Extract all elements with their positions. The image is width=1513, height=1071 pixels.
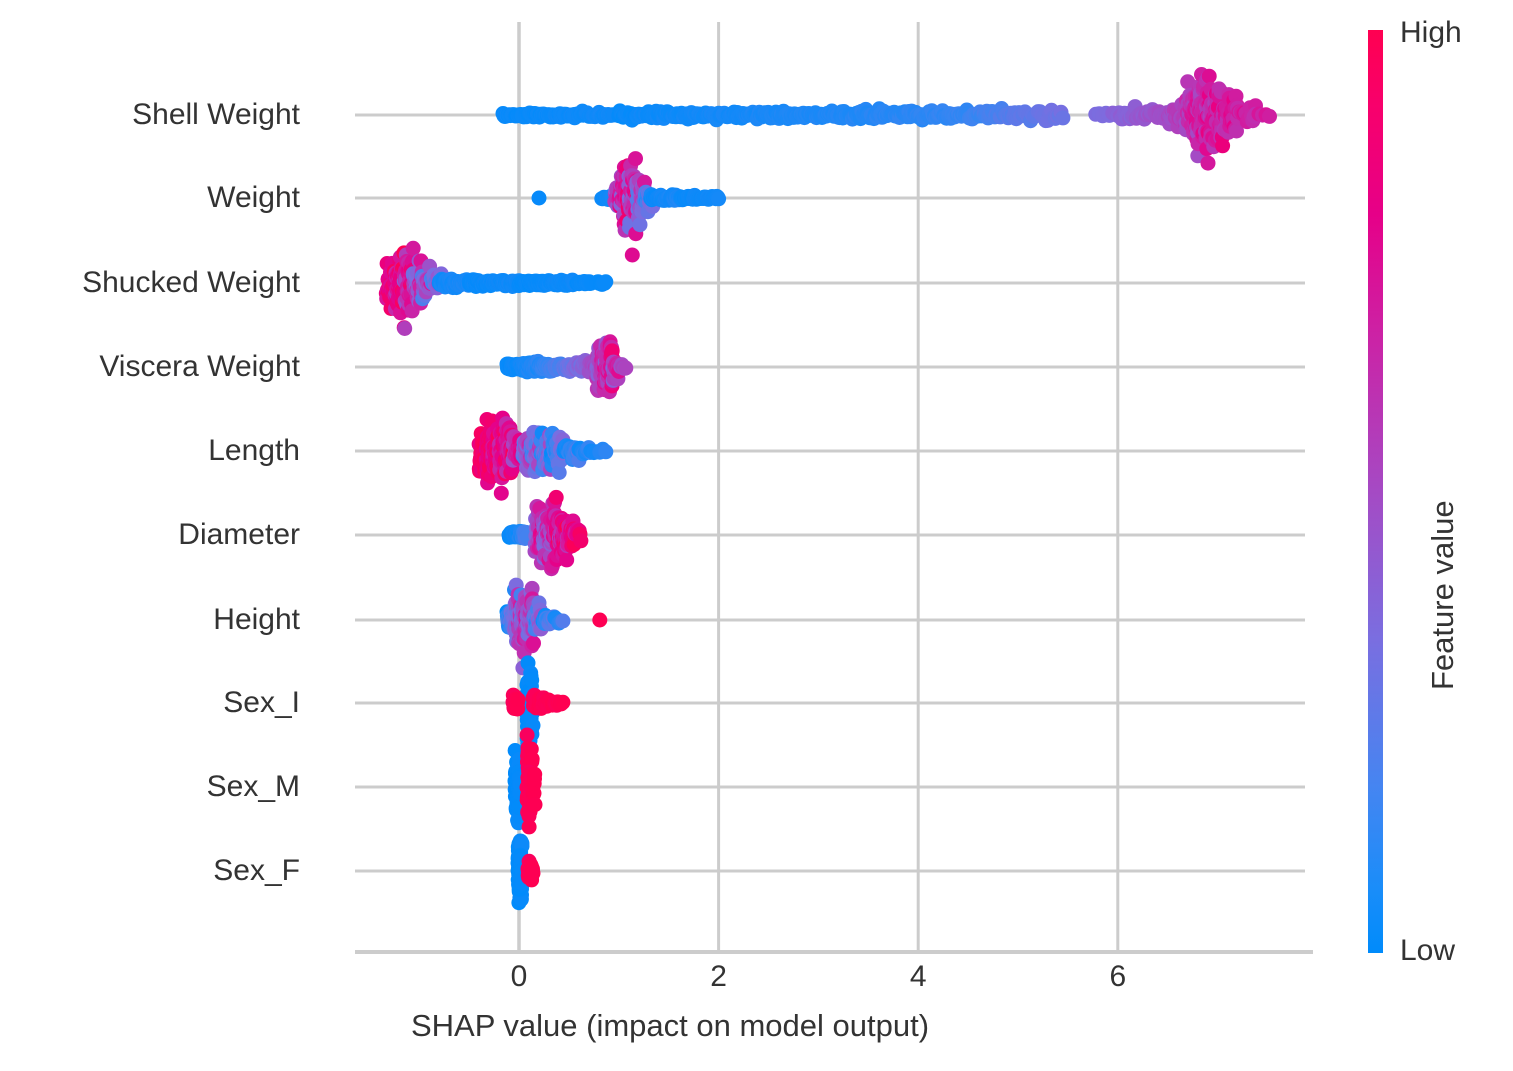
beeswarm-row-2: [378, 240, 614, 336]
y-tick-label-weight: Weight: [207, 181, 300, 214]
colorbar-gradient: [1368, 30, 1383, 953]
y-tick-label-sex-i: Sex_I: [223, 686, 300, 719]
beeswarm-row-8: [507, 727, 543, 835]
y-tick-label-viscera-weight: Viscera Weight: [99, 350, 300, 383]
beeswarm-row-6: [499, 577, 608, 676]
colorbar-high-label: High: [1400, 16, 1462, 49]
x-tick-label-6: 6: [1109, 960, 1127, 993]
x-tick-label-4: 4: [909, 960, 927, 993]
x-tick-label-0: 0: [510, 960, 528, 993]
colorbar-low-label: Low: [1400, 934, 1456, 967]
y-tick-label-sex-f: Sex_F: [213, 854, 300, 887]
x-tick-label-2: 2: [710, 960, 727, 993]
y-tick-label-shucked-weight: Shucked Weight: [82, 266, 300, 299]
y-tick-label-sex-m: Sex_M: [206, 770, 300, 803]
beeswarm-row-0: [495, 67, 1277, 171]
y-tick-label-diameter: Diameter: [178, 518, 300, 551]
beeswarm-row-5: [501, 489, 589, 577]
y-tick-label-height: Height: [213, 603, 300, 636]
beeswarm-row-9: [510, 833, 541, 911]
beeswarm-row-1: [531, 151, 727, 263]
shap-beeswarm-figure: Shell Weight Weight Shucked Weight Viscera …: [0, 0, 1513, 1071]
x-axis-title: SHAP value (impact on model output): [410, 1008, 930, 1043]
colorbar-title: Feature value: [1425, 500, 1460, 690]
beeswarm-row-7: [505, 655, 571, 752]
colorbar: [1368, 30, 1383, 953]
beeswarm-row-4: [471, 410, 614, 501]
y-axis-tick-labels: Shell Weight Weight Shucked Weight Viscera …: [0, 0, 300, 1071]
y-tick-label-length: Length: [208, 434, 300, 467]
y-tick-label-shell-weight: Shell Weight: [132, 98, 300, 131]
